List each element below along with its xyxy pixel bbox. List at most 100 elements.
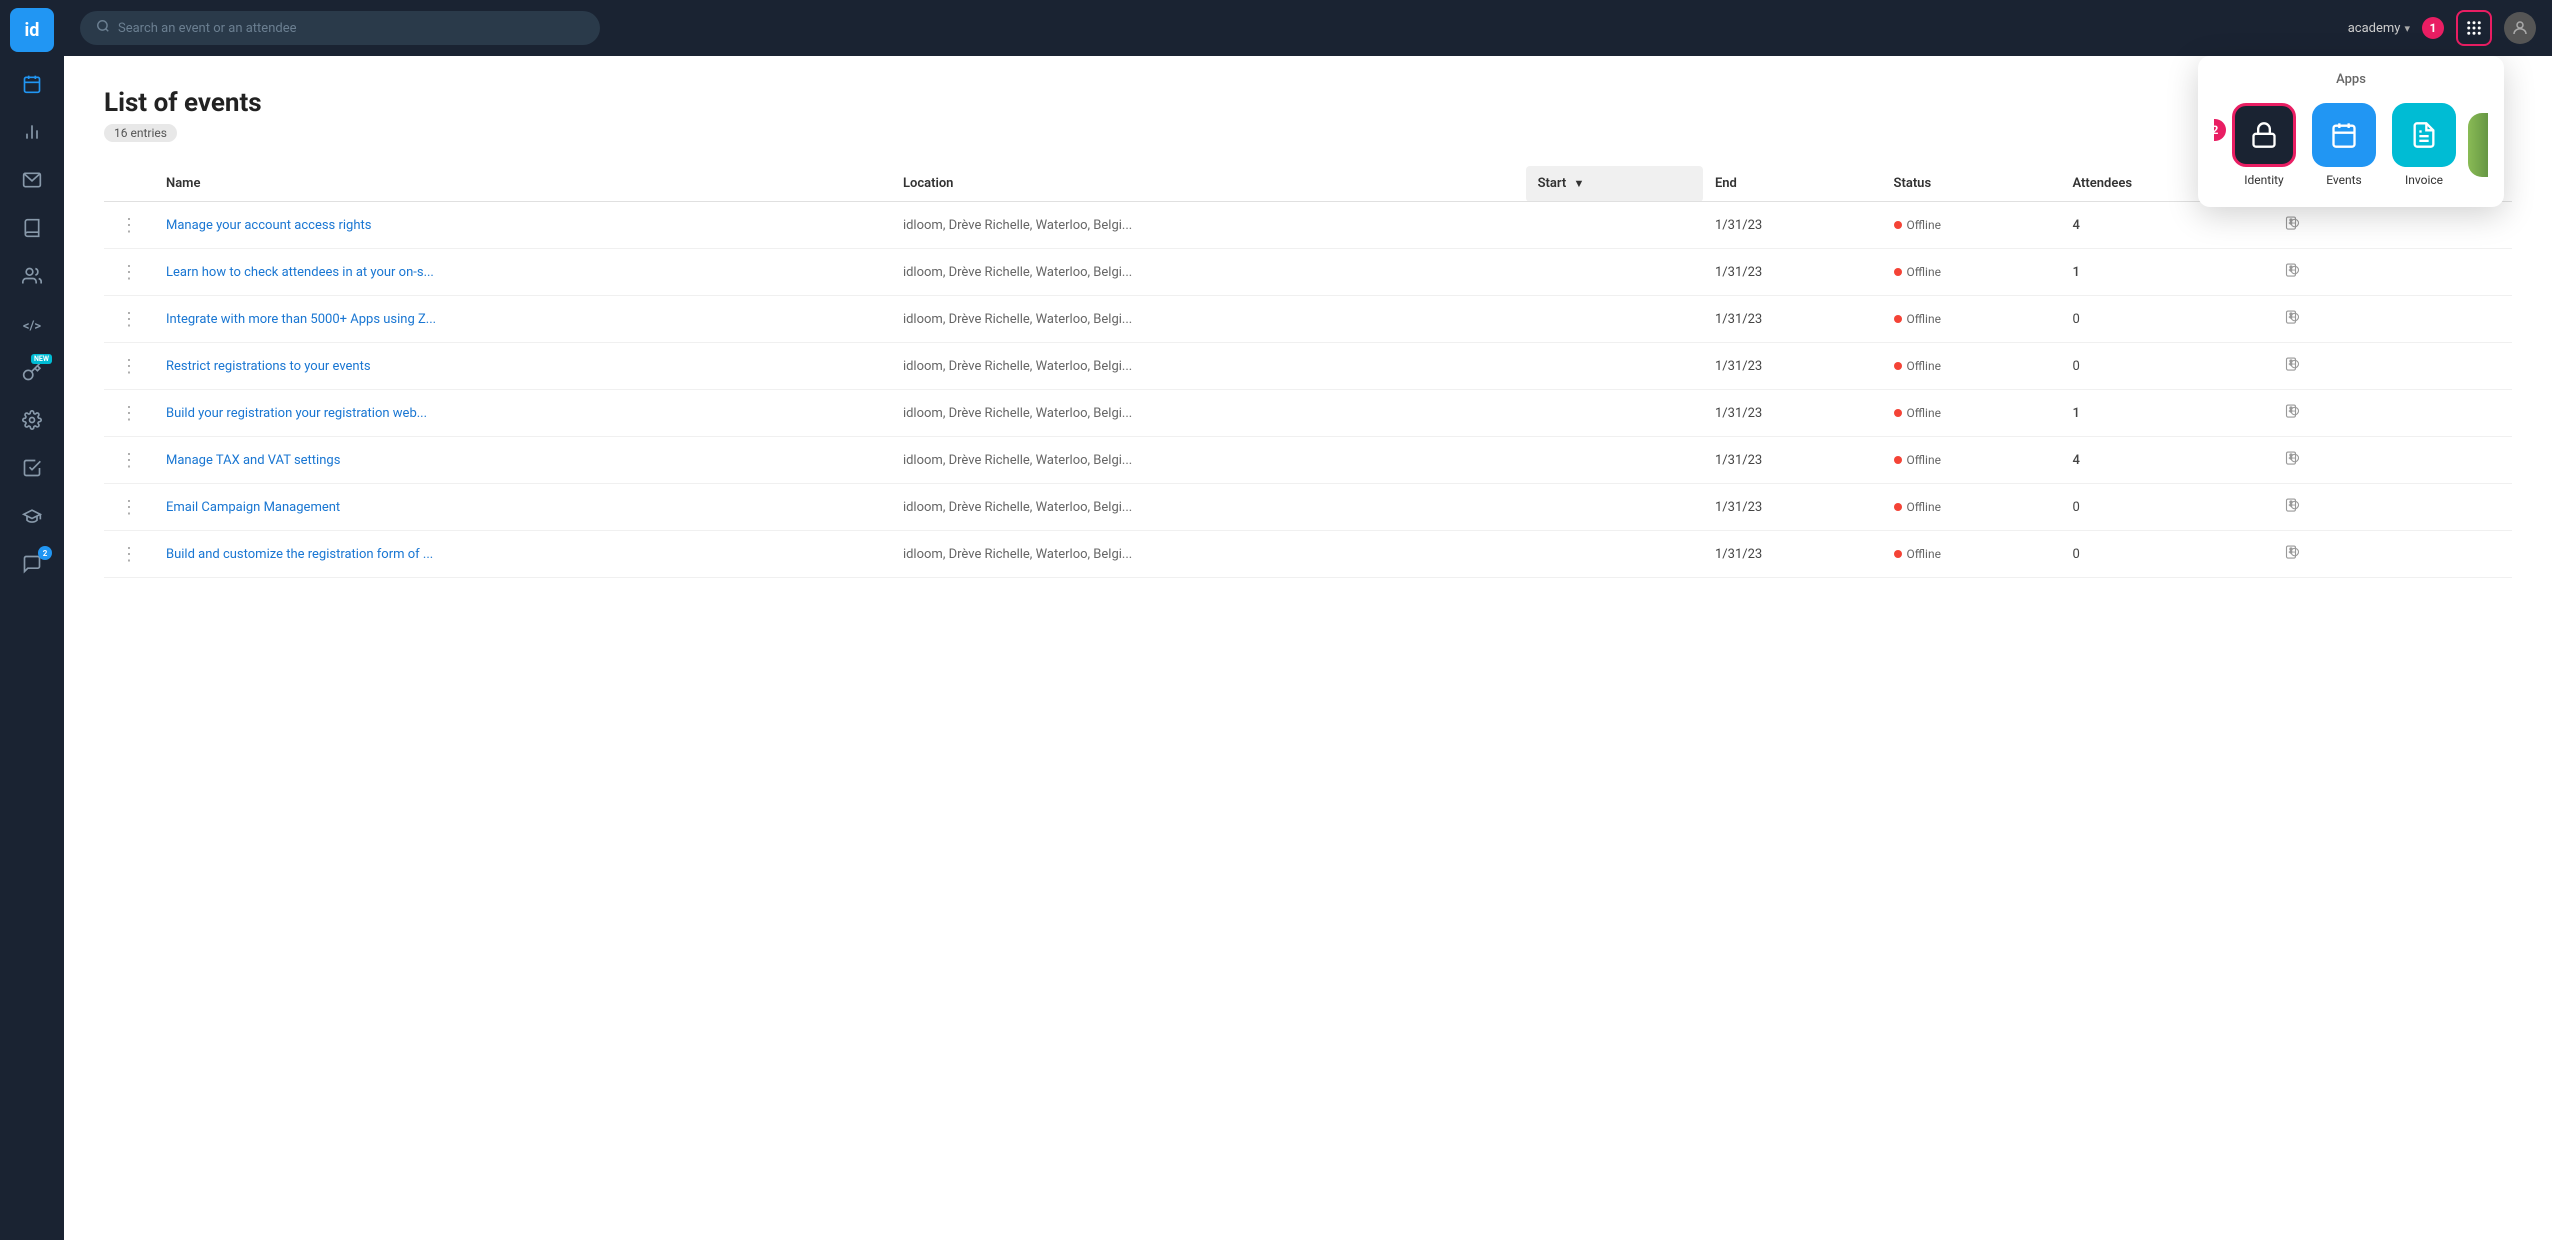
status-badge: Offline — [1894, 547, 1941, 561]
event-end: 1/31/23 — [1703, 437, 1882, 484]
sidebar-item-check[interactable] — [10, 448, 54, 492]
row-menu-icon[interactable]: ⋮ — [116, 352, 142, 381]
sidebar-item-settings[interactable] — [10, 400, 54, 444]
event-end: 1/31/23 — [1703, 531, 1882, 578]
more-details-icon[interactable] — [2282, 546, 2300, 565]
attendee-count: 0 — [2060, 484, 2269, 531]
attendee-count: 1 — [2060, 390, 2269, 437]
users-icon — [22, 266, 42, 291]
attendee-count: 4 — [2060, 202, 2269, 249]
status-badge: Offline — [1894, 453, 1941, 467]
app-logo[interactable]: id — [10, 8, 54, 52]
sort-icon: ▼ — [1574, 177, 1585, 190]
search-bar[interactable]: Search an event or an attendee — [80, 11, 600, 45]
sidebar-item-email[interactable] — [10, 160, 54, 204]
event-start — [1526, 531, 1703, 578]
row-menu-icon[interactable]: ⋮ — [116, 211, 142, 240]
graduation-icon — [22, 506, 42, 531]
row-menu-icon[interactable]: ⋮ — [116, 305, 142, 334]
status-dot — [1894, 268, 1902, 276]
event-start — [1526, 437, 1703, 484]
status-label: Offline — [1907, 359, 1941, 373]
event-location: idloom, Drève Richelle, Waterloo, Belgi.… — [891, 390, 1526, 437]
sidebar-item-chat[interactable]: 2 — [10, 544, 54, 588]
table-row: ⋮ Build and customize the registration f… — [104, 531, 2512, 578]
status-label: Offline — [1907, 406, 1941, 420]
event-end: 1/31/23 — [1703, 202, 1882, 249]
attendee-count: 1 — [2060, 249, 2269, 296]
app-item-identity[interactable]: 2 Identity — [2214, 99, 2300, 191]
settings-icon — [22, 410, 42, 435]
event-name-link[interactable]: Integrate with more than 5000+ Apps usin… — [166, 312, 436, 327]
sidebar-item-key[interactable]: NEW — [10, 352, 54, 396]
events-table: Name Location Start ▼ End Status Attende… — [104, 166, 2512, 578]
chat-badge: 2 — [38, 546, 52, 560]
attendee-count: 0 — [2060, 531, 2269, 578]
event-name-link[interactable]: Manage your account access rights — [166, 218, 371, 233]
more-details-icon[interactable] — [2282, 358, 2300, 377]
row-menu-icon[interactable]: ⋮ — [116, 446, 142, 475]
identity-app-icon — [2232, 103, 2296, 167]
status-label: Offline — [1907, 547, 1941, 561]
search-input[interactable]: Search an event or an attendee — [118, 21, 297, 36]
attendee-count: 0 — [2060, 296, 2269, 343]
apps-dropdown-title: Apps — [2214, 72, 2488, 87]
more-details-icon[interactable] — [2282, 499, 2300, 518]
apps-grid-button[interactable] — [2456, 10, 2492, 46]
more-details-icon[interactable] — [2282, 452, 2300, 471]
more-details-icon[interactable] — [2282, 311, 2300, 330]
event-end: 1/31/23 — [1703, 343, 1882, 390]
status-dot — [1894, 503, 1902, 511]
sidebar-item-graduation[interactable] — [10, 496, 54, 540]
main-area: Search an event or an attendee academy ▾… — [64, 0, 2552, 1240]
sidebar-item-calendar[interactable] — [10, 64, 54, 108]
user-avatar[interactable] — [2504, 12, 2536, 44]
sidebar-item-chart[interactable] — [10, 112, 54, 156]
app-item-invoice[interactable]: Invoice — [2388, 99, 2460, 191]
chevron-down-icon: ▾ — [2404, 22, 2410, 35]
sidebar-item-code[interactable]: </> — [10, 304, 54, 348]
row-menu-icon[interactable]: ⋮ — [116, 258, 142, 287]
account-name: academy ▾ — [2348, 21, 2410, 36]
status-badge: Offline — [1894, 265, 1941, 279]
event-location: idloom, Drève Richelle, Waterloo, Belgi.… — [891, 296, 1526, 343]
event-location: idloom, Drève Richelle, Waterloo, Belgi.… — [891, 437, 1526, 484]
status-label: Offline — [1907, 265, 1941, 279]
table-row: ⋮ Build your registration your registrat… — [104, 390, 2512, 437]
table-row: ⋮ Restrict registrations to your events … — [104, 343, 2512, 390]
event-name-link[interactable]: Build and customize the registration for… — [166, 547, 433, 562]
status-badge: Offline — [1894, 312, 1941, 326]
status-dot — [1894, 315, 1902, 323]
event-name-link[interactable]: Learn how to check attendees in at your … — [166, 265, 434, 280]
apps-dropdown: Apps 2 Identity Events Invoice — [2198, 56, 2504, 207]
event-end: 1/31/23 — [1703, 390, 1882, 437]
event-location: idloom, Drève Richelle, Waterloo, Belgi.… — [891, 202, 1526, 249]
col-start[interactable]: Start ▼ — [1526, 166, 1703, 202]
email-icon — [22, 170, 42, 195]
code-icon: </> — [23, 319, 41, 334]
status-dot — [1894, 550, 1902, 558]
row-menu-icon[interactable]: ⋮ — [116, 493, 142, 522]
row-menu-icon[interactable]: ⋮ — [116, 540, 142, 569]
event-location: idloom, Drève Richelle, Waterloo, Belgi.… — [891, 249, 1526, 296]
more-details-icon[interactable] — [2282, 217, 2300, 236]
event-name-link[interactable]: Manage TAX and VAT settings — [166, 453, 340, 468]
entries-count: 16 entries — [104, 124, 177, 142]
sidebar-item-users[interactable] — [10, 256, 54, 300]
event-name-link[interactable]: Email Campaign Management — [166, 500, 340, 515]
more-details-icon[interactable] — [2282, 264, 2300, 283]
step2-badge: 2 — [2214, 119, 2226, 141]
more-details-icon[interactable] — [2282, 405, 2300, 424]
topbar-right: academy ▾ 1 — [2348, 10, 2536, 46]
status-badge: Offline — [1894, 500, 1941, 514]
event-name-link[interactable]: Restrict registrations to your events — [166, 359, 371, 374]
app-item-events[interactable]: Events — [2308, 99, 2380, 191]
sidebar-item-book[interactable] — [10, 208, 54, 252]
table-body: ⋮ Manage your account access rights idlo… — [104, 202, 2512, 578]
event-location: idloom, Drève Richelle, Waterloo, Belgi.… — [891, 343, 1526, 390]
event-start — [1526, 343, 1703, 390]
event-end: 1/31/23 — [1703, 249, 1882, 296]
event-name-link[interactable]: Build your registration your registratio… — [166, 406, 427, 421]
row-menu-icon[interactable]: ⋮ — [116, 399, 142, 428]
event-start — [1526, 484, 1703, 531]
